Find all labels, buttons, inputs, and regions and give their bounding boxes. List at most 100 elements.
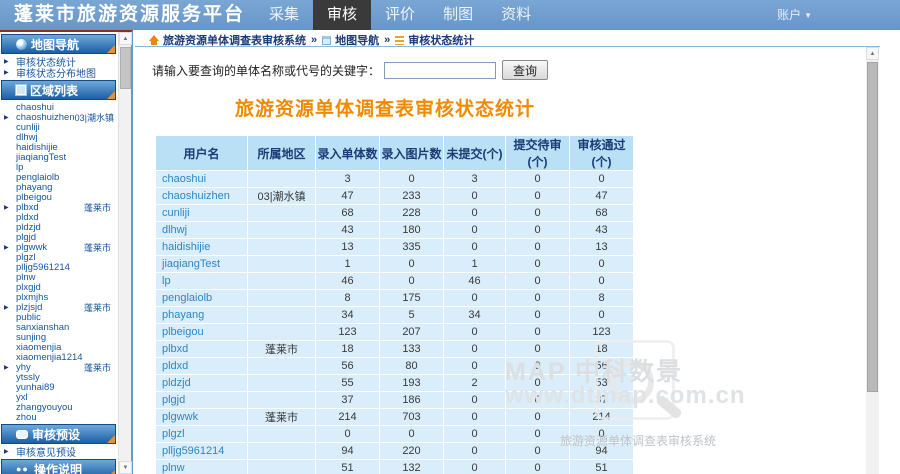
sidebar-section-header[interactable]: ●● 操作说明 [1, 459, 116, 474]
count-cell: 0 [443, 340, 506, 358]
sidebar-item[interactable]: haidishijie [0, 142, 117, 153]
breadcrumb-system[interactable]: 旅游资源单体调查表审核系统 [163, 32, 306, 48]
table-header-row: 用户名 所属地区 录入单体数 录入图片数 未提交(个) 提交待审(个) 审核通过(个) [155, 135, 634, 171]
region-cell [247, 272, 316, 290]
nav-tab[interactable]: 采集 [255, 0, 313, 30]
sidebar-item[interactable]: jiaqiangTest [0, 152, 117, 163]
stats-table: 用户名 所属地区 录入单体数 录入图片数 未提交(个) 提交待审(个) 审核通过(个) ch… [155, 135, 634, 474]
sidebar-item[interactable]: ▶ plbxd 蓬莱市 [0, 202, 117, 213]
sidebar-section-header[interactable]: 地图导航 [1, 34, 116, 54]
count-cell: 53 [569, 374, 634, 392]
count-cell: 0 [443, 289, 506, 307]
username-cell[interactable]: plgwwk [155, 408, 248, 426]
count-cell: 133 [379, 340, 444, 358]
account-menu[interactable]: 账户 ▼ [777, 0, 812, 30]
count-cell: 0 [379, 255, 444, 273]
username-cell[interactable]: pldzjd [155, 374, 248, 392]
sidebar-item[interactable]: ▶ yhy 蓬莱市 [0, 362, 117, 373]
sidebar-item[interactable]: ▶ 审核意见预设 [0, 446, 117, 459]
sidebar-item[interactable]: xiaomenjia [0, 342, 117, 353]
sidebar-item[interactable]: yxl [0, 392, 117, 403]
search-row: 请输入要查询的单体名称或代号的关键字： 查询 [152, 60, 900, 80]
nav-tab[interactable]: 制图 [429, 0, 487, 30]
region-cell [247, 170, 316, 188]
table-row: jiaqiangTest 1 0 1 0 0 [155, 255, 634, 273]
sidebar-item[interactable]: plgzl [0, 252, 117, 263]
username-cell[interactable]: phayang [155, 306, 248, 324]
region-cell [247, 289, 316, 307]
sidebar-item[interactable]: ytssly [0, 372, 117, 383]
count-cell: 0 [443, 459, 506, 474]
sidebar-item[interactable]: plxgjd [0, 282, 117, 293]
sidebar-item[interactable]: penglaiolb [0, 172, 117, 183]
sidebar-section-header[interactable]: 审核预设 [1, 424, 116, 444]
table-row: dlhwj 43 180 0 0 43 [155, 221, 634, 239]
scroll-down-icon[interactable]: ▼ [119, 461, 132, 474]
count-cell: 56 [569, 357, 634, 375]
username-cell[interactable]: jiaqiangTest [155, 255, 248, 273]
corner-triangle-icon [107, 470, 115, 474]
sidebar-item[interactable]: plljg5961214 [0, 262, 117, 273]
sidebar-item[interactable]: ▶ plzjsjd 蓬莱市 [0, 302, 117, 313]
username-cell[interactable]: plbeigou [155, 323, 248, 341]
sidebar-item[interactable]: yunhai89 [0, 382, 117, 393]
count-cell: 0 [505, 340, 570, 358]
sidebar-item[interactable]: zhou [0, 412, 117, 423]
scroll-up-icon[interactable]: ▲ [119, 32, 132, 45]
username-cell[interactable]: cunliji [155, 204, 248, 222]
search-input[interactable] [384, 61, 497, 79]
sidebar-item[interactable]: lp [0, 162, 117, 173]
sidebar-scrollbar[interactable]: ▲ ▼ [118, 32, 132, 474]
top-nav: 采集 审核 评价 制图 资料 [255, 0, 545, 30]
sidebar-item[interactable]: pldxd [0, 212, 117, 223]
breadcrumb-map-nav[interactable]: 地图导航 [335, 32, 379, 48]
scroll-up-icon[interactable]: ▲ [866, 47, 879, 60]
breadcrumb-current[interactable]: 审核状态统计 [408, 32, 474, 48]
sidebar-section-header[interactable]: 区域列表 [1, 80, 116, 100]
username-cell[interactable]: chaoshuizhen [155, 187, 248, 205]
sidebar-item[interactable]: cunliji [0, 122, 117, 133]
sidebar-item[interactable]: ▶ 审核状态分布地图 [0, 67, 117, 80]
username-cell[interactable]: plnw [155, 459, 248, 474]
sidebar-item[interactable]: zhangyouyou [0, 402, 117, 413]
count-cell: 2 [443, 374, 506, 392]
sidebar-item[interactable]: ▶ plgwwk 蓬莱市 [0, 242, 117, 253]
username-cell[interactable]: lp [155, 272, 248, 290]
count-cell: 94 [315, 442, 380, 460]
username-cell[interactable]: plbxd [155, 340, 248, 358]
count-cell: 0 [443, 204, 506, 222]
sidebar-item[interactable]: public [0, 312, 117, 323]
page-title: 旅游资源单体调查表审核状态统计 [234, 99, 535, 120]
table-row: pldxd 56 80 0 0 56 [155, 357, 634, 375]
sidebar-item[interactable]: dlhwj [0, 132, 117, 143]
nav-tab[interactable]: 评价 [371, 0, 429, 30]
username-cell[interactable]: haidishijie [155, 238, 248, 256]
username-cell[interactable]: pldxd [155, 357, 248, 375]
username-cell[interactable]: dlhwj [155, 221, 248, 239]
nav-tab[interactable]: 审核 [313, 0, 372, 30]
username-cell[interactable]: penglaiolb [155, 289, 248, 307]
sidebar-section-title: 审核预设 [32, 427, 81, 442]
expand-arrow-icon: ▶ [4, 449, 9, 455]
main-scrollbar[interactable]: ▲ [866, 47, 879, 474]
column-header: 用户名 [155, 135, 248, 171]
sidebar-item[interactable]: sanxianshan [0, 322, 117, 333]
count-cell: 0 [443, 221, 506, 239]
search-button[interactable]: 查询 [502, 60, 549, 80]
sidebar-item[interactable]: sunjing [0, 332, 117, 343]
sidebar-scrollbar-thumb[interactable] [120, 47, 131, 89]
count-cell: 3 [443, 170, 506, 188]
username-cell[interactable]: plljg5961214 [155, 442, 248, 460]
count-cell: 43 [569, 221, 634, 239]
count-cell: 0 [569, 255, 634, 273]
main-scrollbar-thumb[interactable] [867, 62, 878, 392]
sidebar-item[interactable]: plnw [0, 272, 117, 283]
username-cell[interactable]: plgzl [155, 425, 248, 443]
username-cell[interactable]: plgjd [155, 391, 248, 409]
stats-table-body: chaoshui 3 0 3 0 0 chaoshuizhen 03|潮水镇 47 233 0 0 47… [155, 170, 634, 474]
sidebar-item[interactable]: pldzjd [0, 222, 117, 233]
nav-tab[interactable]: 资料 [487, 0, 545, 30]
username-cell[interactable]: chaoshui [155, 170, 248, 188]
sidebar-item[interactable]: ▶ chaoshuizhen 03|潮水镇 [0, 112, 117, 123]
sidebar-item[interactable]: phayang [0, 182, 117, 193]
